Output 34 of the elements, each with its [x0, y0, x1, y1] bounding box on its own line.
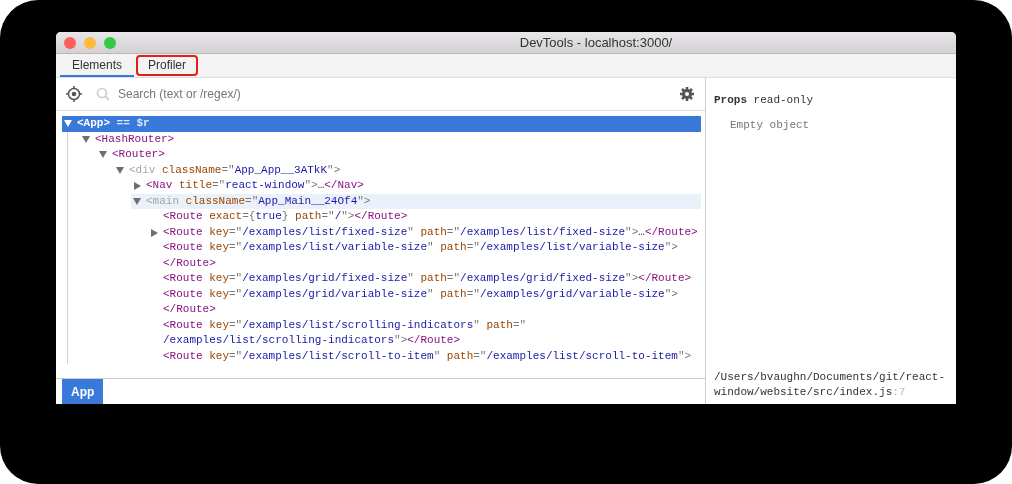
- element-node-text: <Route key="/examples/grid/variable-size" path="/examples/grid/variable-size"> </Route>: [162, 286, 678, 317]
- element-node-text: <Route key="/examples/list/scroll-to-item" path="/examples/list/scroll-to-item">: [162, 348, 692, 364]
- element-node-text: <App> == $r: [76, 116, 150, 131]
- tab[interactable]: Elements: [60, 54, 135, 77]
- search-icon: [96, 87, 110, 101]
- props-heading: Props: [714, 94, 747, 106]
- tree-row[interactable]: <App> == $r: [62, 116, 701, 132]
- tab[interactable]: Profiler: [136, 55, 199, 76]
- search-field[interactable]: Search (text or /regex/): [118, 85, 671, 103]
- collapse-arrow-icon[interactable]: [64, 120, 72, 127]
- settings-icon[interactable]: [679, 86, 695, 102]
- source-path-link[interactable]: /Users/bvaughn/Documents/git/react-window/website/src/index.js:7: [714, 370, 948, 400]
- element-node-text: <Route key="/examples/list/scrolling-indicators" path=" /examples/list/scrolling-indicators"></Route>: [162, 317, 527, 348]
- read-only-label: read-only: [753, 94, 814, 106]
- element-node-text: <Route key="/examples/grid/fixed-size" path="/examples/grid/fixed-size"></Route>: [162, 271, 692, 286]
- window-title: DevTools - localhost:3000/: [518, 33, 673, 52]
- collapse-arrow-icon[interactable]: [99, 151, 107, 158]
- element-node-text: <HashRouter>: [94, 131, 175, 147]
- collapse-arrow-icon[interactable]: [133, 197, 141, 205]
- breadcrumb[interactable]: App: [62, 379, 104, 404]
- collapse-arrow-icon[interactable]: [116, 166, 124, 174]
- element-node-text: <div className="App_App__3ATkK">: [128, 162, 341, 178]
- element-node-text: <Route key="/examples/list/fixed-size" path="/examples/list/fixed-size">…</Route>: [162, 224, 698, 240]
- element-node-text: <Route key="/examples/list/variable-size" path="/examples/list/variable-size"> </Route>: [162, 240, 678, 271]
- empty-props-text: Empty object: [730, 117, 811, 133]
- expand-arrow-icon[interactable]: [133, 182, 141, 190]
- element-node-text: <Nav title="react-window">…</Nav>: [145, 178, 364, 193]
- expand-arrow-icon[interactable]: [150, 228, 158, 237]
- target-icon[interactable]: [66, 86, 82, 102]
- element-node-text: <Route exact={true} path="/"></Route>: [162, 209, 408, 224]
- collapse-arrow-icon[interactable]: [82, 135, 90, 143]
- element-node-text: <Router>: [111, 147, 165, 162]
- element-node-text: <main className="App_Main__24Of4">: [145, 193, 371, 209]
- tree-row[interactable]: <main className="App_Main__24Of4">: [131, 193, 701, 209]
